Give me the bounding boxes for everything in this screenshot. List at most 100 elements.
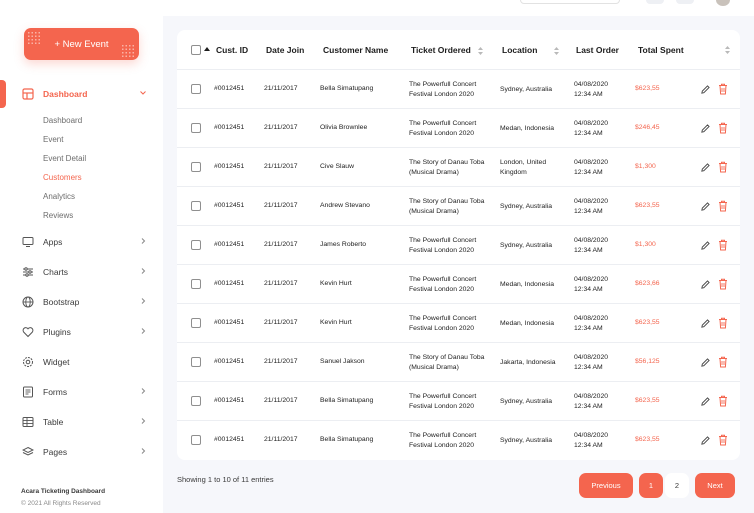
row-checkbox[interactable]	[191, 123, 201, 133]
row-checkbox[interactable]	[191, 201, 201, 211]
column-ticket-ordered[interactable]: Ticket Ordered	[411, 45, 484, 55]
sort-up-icon[interactable]	[204, 47, 210, 51]
sidebar-item-forms[interactable]: Forms	[0, 381, 163, 403]
cell-date-join: 21/11/2017	[264, 163, 298, 170]
row-checkbox[interactable]	[191, 435, 201, 445]
table-row: #0012451 21/11/2017 Bella Simatupang The Po…	[177, 69, 740, 108]
message-icon[interactable]	[676, 0, 694, 4]
sidebar-item-dashboard[interactable]: Dashboard	[0, 83, 163, 105]
trash-icon[interactable]	[718, 83, 728, 95]
column-customer-name[interactable]: Customer Name	[323, 45, 388, 55]
trash-icon[interactable]	[718, 200, 728, 212]
cell-total-spent: $623,55	[635, 85, 660, 92]
last-order-date: 04/08/2020	[574, 354, 609, 361]
column-cust-id[interactable]: Cust. ID	[216, 45, 248, 55]
trash-icon[interactable]	[718, 356, 728, 368]
trash-icon[interactable]	[718, 122, 728, 134]
edit-icon[interactable]	[700, 201, 711, 212]
edit-icon[interactable]	[700, 162, 711, 173]
previous-page-button[interactable]: Previous	[579, 473, 633, 498]
cell-date-join: 21/11/2017	[264, 280, 298, 287]
last-order-date: 04/08/2020	[574, 81, 609, 88]
trash-icon[interactable]	[718, 278, 728, 290]
cell-location: Sydney, Australia	[500, 85, 552, 95]
last-order-date: 04/08/2020	[574, 432, 609, 439]
ticket-line-2: Festival London 2020	[409, 246, 474, 254]
trash-icon[interactable]	[718, 161, 728, 173]
notification-icon[interactable]	[646, 0, 664, 4]
edit-icon[interactable]	[700, 318, 711, 329]
column-location[interactable]: Location	[502, 45, 559, 55]
sidebar-subitem-event-detail[interactable]: Event Detail	[43, 154, 86, 163]
row-checkbox[interactable]	[191, 162, 201, 172]
edit-icon[interactable]	[700, 123, 711, 134]
cell-customer-name: Andrew Stevano	[320, 202, 370, 209]
cell-last-order: 04/08/2020 12:34 AM	[574, 236, 608, 255]
cell-date-join: 21/11/2017	[264, 85, 298, 92]
sidebar: + New Event Dashboard Dashboard Event Ev…	[0, 0, 163, 513]
row-checkbox[interactable]	[191, 318, 201, 328]
sidebar-item-widget[interactable]: Widget	[0, 351, 163, 373]
edit-icon[interactable]	[700, 435, 711, 446]
edit-icon[interactable]	[700, 84, 711, 95]
sidebar-footer-title: Acara Ticketing Dashboard	[21, 488, 106, 495]
cell-location: London, United Kingdom	[500, 158, 546, 177]
sort-icon	[553, 46, 559, 55]
chevron-right-icon	[141, 448, 146, 454]
edit-icon[interactable]	[700, 396, 711, 407]
edit-icon[interactable]	[700, 279, 711, 290]
sidebar-subitem-event[interactable]: Event	[43, 135, 63, 144]
row-checkbox[interactable]	[191, 396, 201, 406]
sidebar-subitem-customers[interactable]: Customers	[43, 173, 82, 182]
sort-icon[interactable]	[725, 46, 730, 54]
sidebar-item-pages[interactable]: Pages	[0, 441, 163, 463]
page-2-button[interactable]: 2	[665, 473, 689, 498]
row-checkbox[interactable]	[191, 240, 201, 250]
last-order-date: 04/08/2020	[574, 198, 609, 205]
sidebar-item-charts[interactable]: Charts	[0, 261, 163, 283]
cell-date-join: 21/11/2017	[264, 436, 298, 443]
sidebar-item-apps[interactable]: Apps	[0, 231, 163, 253]
new-event-button[interactable]: + New Event	[24, 28, 139, 60]
trash-icon[interactable]	[718, 395, 728, 407]
column-total-spent[interactable]: Total Spent	[638, 45, 684, 55]
column-date-join[interactable]: Date Join	[266, 45, 304, 55]
sidebar-subitem-reviews[interactable]: Reviews	[43, 211, 73, 220]
cell-last-order: 04/08/2020 12:34 AM	[574, 119, 608, 138]
cell-location: Medan, Indonesia	[500, 124, 554, 134]
search-input[interactable]	[520, 0, 620, 4]
trash-icon[interactable]	[718, 434, 728, 446]
customers-table: Cust. ID Date Join Customer Name Ticket …	[177, 30, 740, 460]
cell-customer-name: Sanuel Jakson	[320, 358, 365, 365]
sidebar-subitem-dashboard[interactable]: Dashboard	[43, 116, 82, 125]
ticket-line-2: (Musical Drama)	[409, 207, 459, 215]
last-order-time: 12:34 AM	[574, 441, 603, 449]
edit-icon[interactable]	[700, 357, 711, 368]
edit-icon[interactable]	[700, 240, 711, 251]
next-page-button[interactable]: Next	[695, 473, 735, 498]
location-line-1: Jakarta, Indonesia	[500, 359, 556, 366]
layers-icon	[22, 446, 34, 456]
trash-icon[interactable]	[718, 239, 728, 251]
last-order-date: 04/08/2020	[574, 237, 609, 244]
cell-ticket-ordered: The Powerfull Concert Festival London 202…	[409, 119, 476, 138]
cell-ticket-ordered: The Powerfull Concert Festival London 202…	[409, 392, 476, 411]
sidebar-item-bootstrap[interactable]: Bootstrap	[0, 291, 163, 313]
table-row: #0012451 21/11/2017 Cive Slauw The Story of…	[177, 147, 740, 186]
sliders-icon	[23, 267, 33, 277]
ticket-line-1: The Powerfull Concert	[409, 432, 477, 439]
avatar[interactable]	[716, 0, 730, 6]
page-1-button[interactable]: 1	[639, 473, 663, 498]
row-checkbox[interactable]	[191, 84, 201, 94]
sidebar-item-plugins[interactable]: Plugins	[0, 321, 163, 343]
ticket-line-2: Festival London 2020	[409, 129, 474, 137]
cell-ticket-ordered: The Powerfull Concert Festival London 202…	[409, 236, 476, 255]
sidebar-subitem-analytics[interactable]: Analytics	[43, 192, 75, 201]
row-checkbox[interactable]	[191, 357, 201, 367]
select-all-checkbox[interactable]	[191, 45, 201, 55]
table-header: Cust. ID Date Join Customer Name Ticket …	[177, 30, 740, 70]
sidebar-item-table[interactable]: Table	[0, 411, 163, 433]
trash-icon[interactable]	[718, 317, 728, 329]
row-checkbox[interactable]	[191, 279, 201, 289]
column-last-order[interactable]: Last Order	[576, 45, 619, 55]
